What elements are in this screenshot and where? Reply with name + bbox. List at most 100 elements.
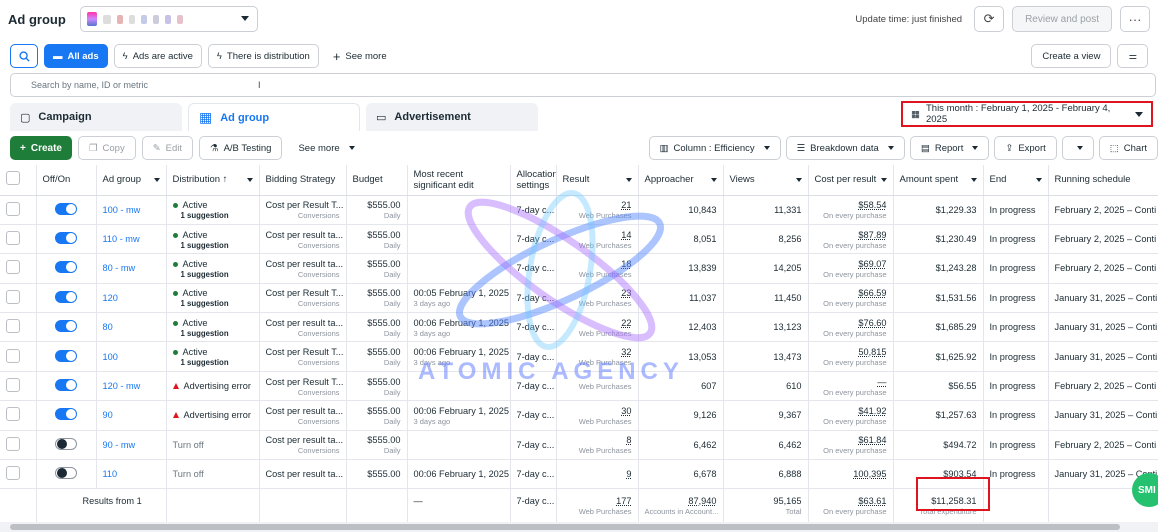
result-value[interactable]: 9	[563, 468, 631, 480]
ad-group-name-link[interactable]: 110 - mw	[103, 234, 140, 244]
create-view-button[interactable]: Create a view	[1031, 44, 1112, 68]
select-all-checkbox[interactable]	[6, 171, 20, 186]
col-header[interactable]: Off/On	[36, 165, 97, 196]
ad-group-name-link[interactable]: 110	[103, 469, 118, 479]
on-off-toggle[interactable]	[55, 320, 77, 333]
on-off-toggle[interactable]	[55, 408, 77, 421]
on-off-toggle[interactable]	[55, 202, 77, 215]
review-post-button[interactable]: Review and post	[1012, 6, 1112, 32]
tab-campaign[interactable]: ▢ Campaign	[10, 103, 182, 131]
column-selector[interactable]: ▥ Column : Efficiency	[648, 136, 781, 160]
on-off-toggle[interactable]	[55, 232, 77, 245]
horizontal-scrollbar[interactable]	[0, 522, 1158, 532]
row-checkbox[interactable]	[6, 201, 20, 216]
ad-group-name-link[interactable]: 120 - mw	[103, 381, 141, 391]
result-value[interactable]: 14	[563, 229, 631, 241]
on-off-toggle[interactable]	[55, 437, 77, 450]
col-header[interactable]: Result	[556, 165, 639, 196]
ad-group-name-link[interactable]: 100 - mw	[103, 205, 141, 215]
col-header[interactable]: Distribution ↑	[166, 165, 260, 196]
row-checkbox[interactable]	[6, 436, 20, 451]
refresh-button[interactable]: ⟳	[974, 6, 1005, 32]
suggestion-badge[interactable]: 1 suggestion	[181, 358, 253, 367]
ad-group-name-link[interactable]: 80 - mw	[103, 263, 136, 273]
tab-ad-group[interactable]: ▦ Ad group	[188, 103, 360, 131]
col-header[interactable]: Most recent significant edit	[407, 165, 511, 196]
chip-distribution[interactable]: ϟ There is distribution	[207, 44, 319, 68]
table-row[interactable]: 80 Active 1 suggestion Cost per result ta..…	[0, 312, 1158, 343]
cost-per-result-value[interactable]: $66.59	[815, 287, 886, 299]
col-header[interactable]: Ad group	[96, 165, 167, 196]
cost-per-result-value[interactable]: 50,815	[815, 346, 886, 358]
create-button[interactable]: + Create	[10, 136, 72, 160]
result-value[interactable]: 32	[563, 346, 631, 358]
cost-per-result-value[interactable]: $61.84	[815, 434, 886, 446]
suggestion-badge[interactable]: 1 suggestion	[181, 299, 253, 308]
date-range-picker[interactable]: ▦ This month : February 1, 2025 - Februa…	[901, 101, 1153, 127]
export-button[interactable]: ⇪ Export	[994, 136, 1057, 160]
export-dropdown-button[interactable]	[1061, 136, 1094, 160]
ad-group-name-link[interactable]: 90 - mw	[103, 440, 136, 450]
cost-per-result-value[interactable]: $41.92	[815, 405, 886, 417]
scrollbar-thumb[interactable]	[10, 524, 1120, 530]
ab-testing-button[interactable]: ⚗ A/B Testing	[199, 136, 283, 160]
suggestion-badge[interactable]: 1 suggestion	[181, 241, 253, 250]
result-value[interactable]: 8	[563, 434, 631, 446]
adgroup-selector[interactable]	[79, 6, 258, 32]
suggestion-badge[interactable]: 1 suggestion	[181, 211, 253, 220]
ad-group-name-link[interactable]: 100	[103, 352, 118, 362]
on-off-toggle[interactable]	[55, 290, 77, 303]
chat-widget-button[interactable]: SMI	[1132, 473, 1158, 507]
cost-per-result-value[interactable]: —	[815, 376, 886, 388]
cost-per-result-value[interactable]: 100,395	[815, 468, 886, 480]
result-value[interactable]: 21	[563, 199, 631, 211]
table-row[interactable]: 100 Active 1 suggestion Cost per Result T..…	[0, 341, 1158, 372]
row-checkbox[interactable]	[6, 348, 20, 363]
on-off-toggle[interactable]	[55, 379, 77, 392]
suggestion-badge[interactable]: 1 suggestion	[181, 270, 253, 279]
see-more-filters-button[interactable]: + See more	[325, 44, 395, 68]
col-header[interactable]: Bidding Strategy	[259, 165, 347, 196]
copy-button[interactable]: ❐ Copy	[77, 136, 136, 160]
col-header[interactable]: Approacher	[638, 165, 724, 196]
more-options-button[interactable]: ···	[1120, 6, 1150, 32]
row-checkbox[interactable]	[6, 319, 20, 334]
col-header[interactable]: Budget	[346, 165, 408, 196]
table-row[interactable]: 80 - mw Active 1 suggestion Cost per result…	[0, 253, 1158, 284]
chip-all-ads[interactable]: ▬ All ads	[44, 44, 108, 68]
on-off-toggle[interactable]	[55, 349, 77, 362]
see-more-actions-button[interactable]: See more	[288, 136, 365, 160]
ad-group-name-link[interactable]: 80	[103, 322, 113, 332]
ad-group-name-link[interactable]: 90	[103, 410, 113, 420]
row-checkbox[interactable]	[6, 378, 20, 393]
result-value[interactable]: 23	[563, 287, 631, 299]
table-row[interactable]: 90 - mw Turn off Cost per result ta... Conv…	[0, 430, 1158, 461]
edit-button[interactable]: ✎ Edit	[141, 136, 194, 160]
table-row[interactable]: 100 - mw Active 1 suggestion Cost per Resul…	[0, 195, 1158, 225]
on-off-toggle[interactable]	[55, 261, 77, 274]
report-button[interactable]: ▤ Report	[909, 136, 990, 160]
row-checkbox[interactable]	[6, 407, 20, 422]
table-row[interactable]: 110 - mw Active 1 suggestion Cost per resul…	[0, 224, 1158, 255]
tab-advertisement[interactable]: ▭ Advertisement	[366, 103, 538, 131]
row-checkbox[interactable]	[6, 466, 20, 481]
suggestion-badge[interactable]: 1 suggestion	[181, 329, 253, 338]
result-value[interactable]: 22	[563, 317, 631, 329]
search-button[interactable]	[10, 44, 38, 68]
ad-group-name-link[interactable]: 120	[103, 293, 118, 303]
on-off-toggle[interactable]	[55, 467, 77, 480]
row-checkbox[interactable]	[6, 289, 20, 304]
col-header[interactable]: Amount spent	[893, 165, 984, 196]
table-row[interactable]: 120 - mw Advertising error Cost per Result…	[0, 371, 1158, 402]
result-value[interactable]: 18	[563, 258, 631, 270]
row-checkbox[interactable]	[6, 260, 20, 275]
breakdown-button[interactable]: ☰ Breakdown data	[785, 136, 905, 160]
chart-button[interactable]: ⬚ Chart	[1098, 136, 1158, 160]
filter-settings-button[interactable]: ⚌	[1117, 44, 1148, 68]
table-row[interactable]: 120 Active 1 suggestion Cost per Result T..…	[0, 283, 1158, 314]
col-header[interactable]: Cost per result	[808, 165, 894, 196]
row-checkbox[interactable]	[6, 231, 20, 246]
cost-per-result-value[interactable]: $76.60	[815, 317, 886, 329]
col-header[interactable]: Running schedule	[1048, 165, 1158, 196]
col-header[interactable]: Allocation settings	[510, 165, 557, 196]
